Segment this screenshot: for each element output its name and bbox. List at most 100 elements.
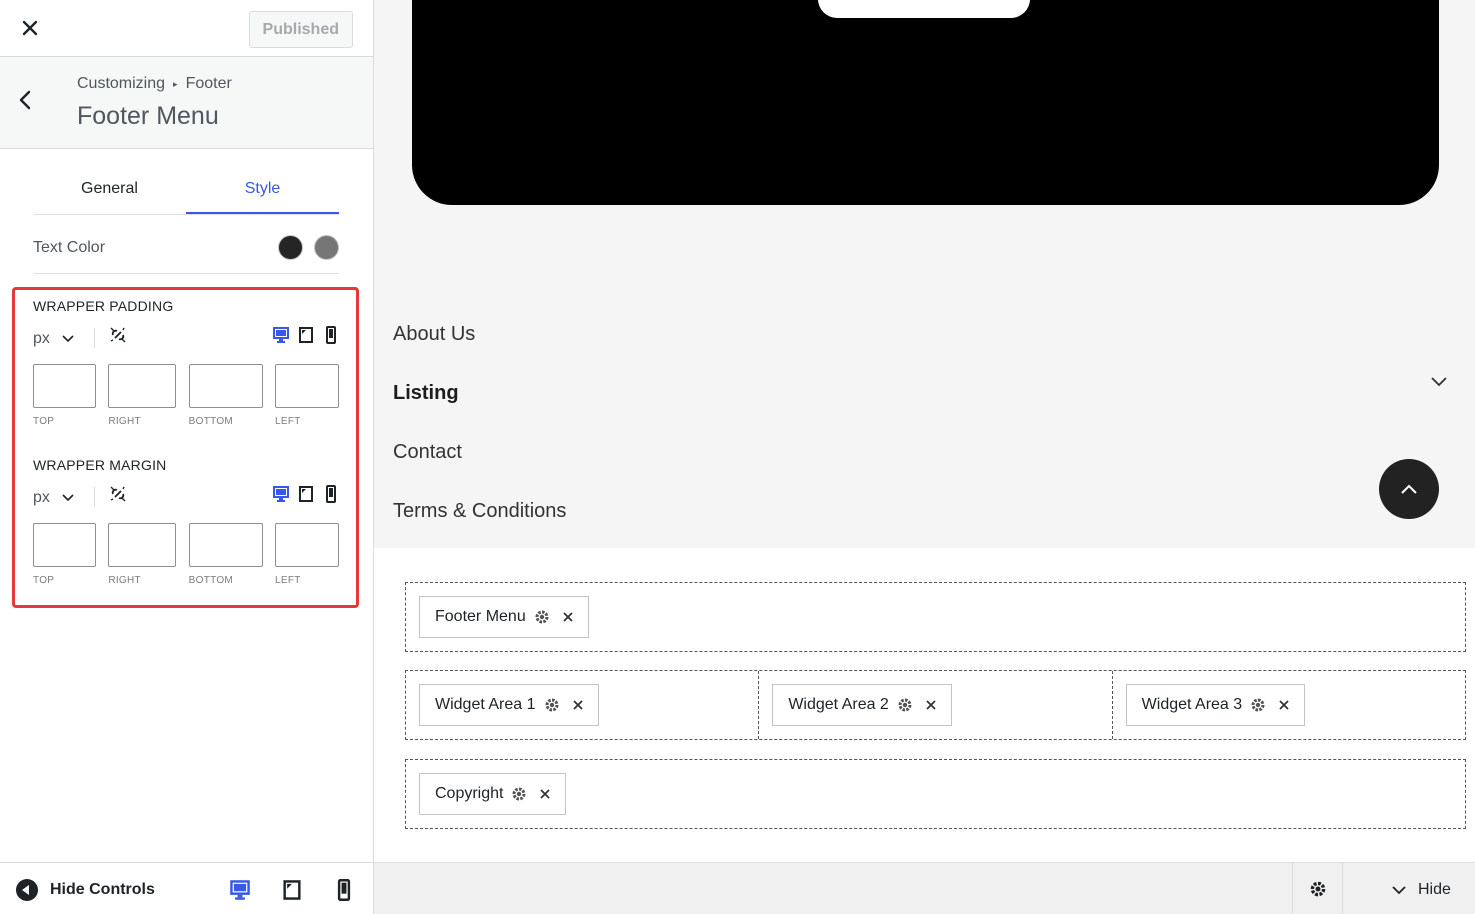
unlink-icon[interactable] <box>109 326 127 344</box>
mobile-icon[interactable] <box>323 485 339 503</box>
unlink-icon[interactable] <box>109 485 127 503</box>
text-color-label: Text Color <box>33 238 106 256</box>
builder-settings-button[interactable] <box>1292 863 1343 914</box>
page-title: Footer Menu <box>77 102 219 130</box>
builder-row-main: Widget Area 1 Widget Area 2 Widget Area … <box>405 670 1466 740</box>
margin-unit-select[interactable]: px <box>33 489 74 507</box>
gear-icon[interactable] <box>544 697 560 713</box>
footer-menu: About Us Listing Contact Terms & Conditi… <box>393 318 566 554</box>
padding-unit-select[interactable]: px <box>33 330 74 348</box>
close-icon[interactable] <box>562 611 574 623</box>
builder-row-bottom: Copyright <box>405 759 1466 829</box>
margin-right-label: RIGHT <box>108 575 141 586</box>
tab-style[interactable]: Style <box>186 165 339 214</box>
preview-mobile-icon[interactable] <box>333 879 355 901</box>
menu-item-about[interactable]: About Us <box>393 318 566 377</box>
hide-builder-label: Hide <box>1418 881 1451 898</box>
builder-item-label: Footer Menu <box>435 608 526 625</box>
builder-item-footer-menu[interactable]: Footer Menu <box>419 596 589 638</box>
menu-item-terms[interactable]: Terms & Conditions <box>393 495 566 554</box>
builder-item-widget-2[interactable]: Widget Area 2 <box>772 684 952 726</box>
tablet-icon[interactable] <box>298 326 314 344</box>
margin-left-input[interactable] <box>274 523 339 567</box>
padding-right-input[interactable] <box>108 364 177 408</box>
close-icon[interactable] <box>1278 699 1290 711</box>
wrapper-padding-control: WRAPPER PADDING px TOP RIGHT BOTTOM LEFT <box>33 298 339 427</box>
chevron-up-icon <box>1401 484 1417 494</box>
builder-item-label: Copyright <box>435 785 504 802</box>
site-preview: About Us Listing Contact Terms & Conditi… <box>374 0 1475 862</box>
gear-icon[interactable] <box>897 697 913 713</box>
sidebar-footer: Hide Controls <box>0 862 373 914</box>
builder-item-widget-1[interactable]: Widget Area 1 <box>419 684 599 726</box>
text-color-swatch-normal[interactable] <box>278 235 303 260</box>
gear-icon[interactable] <box>1250 697 1266 713</box>
hide-controls-button[interactable]: Hide Controls <box>16 879 155 901</box>
builder-column: Footer Menu <box>406 583 1465 651</box>
mobile-icon[interactable] <box>323 326 339 344</box>
breadcrumb-arrow-icon: ▸ <box>173 78 178 89</box>
scroll-to-top-button[interactable] <box>1379 459 1439 519</box>
breadcrumb-parent: Footer <box>185 75 232 92</box>
menu-item-listing[interactable]: Listing <box>393 377 566 436</box>
section-tabs: General Style <box>33 165 339 215</box>
chevron-down-icon <box>62 335 74 343</box>
wrapper-margin-title: WRAPPER MARGIN <box>33 457 167 473</box>
desktop-icon[interactable] <box>273 326 289 344</box>
builder-item-copyright[interactable]: Copyright <box>419 773 567 815</box>
tab-general[interactable]: General <box>33 165 186 214</box>
margin-bottom-input[interactable] <box>188 523 263 567</box>
text-color-swatch-hover[interactable] <box>314 235 339 260</box>
desktop-icon[interactable] <box>273 485 289 503</box>
menu-item-contact[interactable]: Contact <box>393 436 566 495</box>
wrapper-margin-control: WRAPPER MARGIN px TOP RIGHT BOTTOM LEFT <box>33 457 339 586</box>
builder-toolbar: Hide <box>374 862 1475 914</box>
hero-banner <box>412 0 1439 205</box>
breadcrumb-root: Customizing <box>77 75 166 92</box>
padding-bottom-input[interactable] <box>188 364 263 408</box>
divider <box>94 328 95 348</box>
preview-desktop-icon[interactable] <box>229 879 251 901</box>
padding-right-label: RIGHT <box>108 416 141 427</box>
close-icon[interactable] <box>925 699 937 711</box>
text-color-control: Text Color <box>33 222 339 274</box>
close-icon[interactable] <box>18 16 42 40</box>
wrapper-padding-title: WRAPPER PADDING <box>33 298 174 314</box>
margin-top-label: TOP <box>33 575 55 586</box>
chevron-down-icon <box>1392 885 1406 894</box>
close-icon[interactable] <box>572 699 584 711</box>
builder-column: Copyright <box>406 760 1465 828</box>
tablet-icon[interactable] <box>298 485 314 503</box>
builder-item-label: Widget Area 1 <box>435 696 536 713</box>
preview-tablet-icon[interactable] <box>281 879 303 901</box>
section-header: Customizing ▸ Footer Footer Menu <box>0 57 373 149</box>
back-arrow-icon[interactable] <box>14 88 38 112</box>
customizer-sidebar: Published Customizing ▸ Footer Footer Me… <box>0 0 374 914</box>
margin-bottom-label: BOTTOM <box>188 575 234 586</box>
padding-top-input[interactable] <box>33 364 96 408</box>
padding-left-input[interactable] <box>274 364 339 408</box>
padding-unit-value: px <box>33 330 50 347</box>
hero-button[interactable] <box>818 0 1030 18</box>
close-icon[interactable] <box>539 788 551 800</box>
margin-top-input[interactable] <box>33 523 96 567</box>
builder-item-label: Widget Area 3 <box>1141 696 1243 713</box>
gear-icon[interactable] <box>534 609 550 625</box>
gear-icon[interactable] <box>511 786 527 802</box>
publish-button[interactable]: Published <box>248 11 353 48</box>
margin-right-input[interactable] <box>108 523 177 567</box>
builder-column: Widget Area 1 <box>406 671 758 739</box>
submenu-chevron-down-icon[interactable] <box>1430 376 1448 388</box>
padding-left-label: LEFT <box>274 416 301 427</box>
collapse-arrow-icon <box>16 879 38 901</box>
builder-item-widget-3[interactable]: Widget Area 3 <box>1125 684 1306 726</box>
builder-item-label: Widget Area 2 <box>788 696 889 713</box>
builder-row-top: Footer Menu <box>405 582 1466 652</box>
sidebar-header: Published <box>0 0 373 57</box>
breadcrumb: Customizing ▸ Footer <box>77 75 232 93</box>
gear-icon <box>1310 881 1325 897</box>
padding-top-label: TOP <box>33 416 55 427</box>
divider <box>94 487 95 507</box>
hide-builder-button[interactable]: Hide <box>1392 881 1451 899</box>
padding-bottom-label: BOTTOM <box>188 416 234 427</box>
